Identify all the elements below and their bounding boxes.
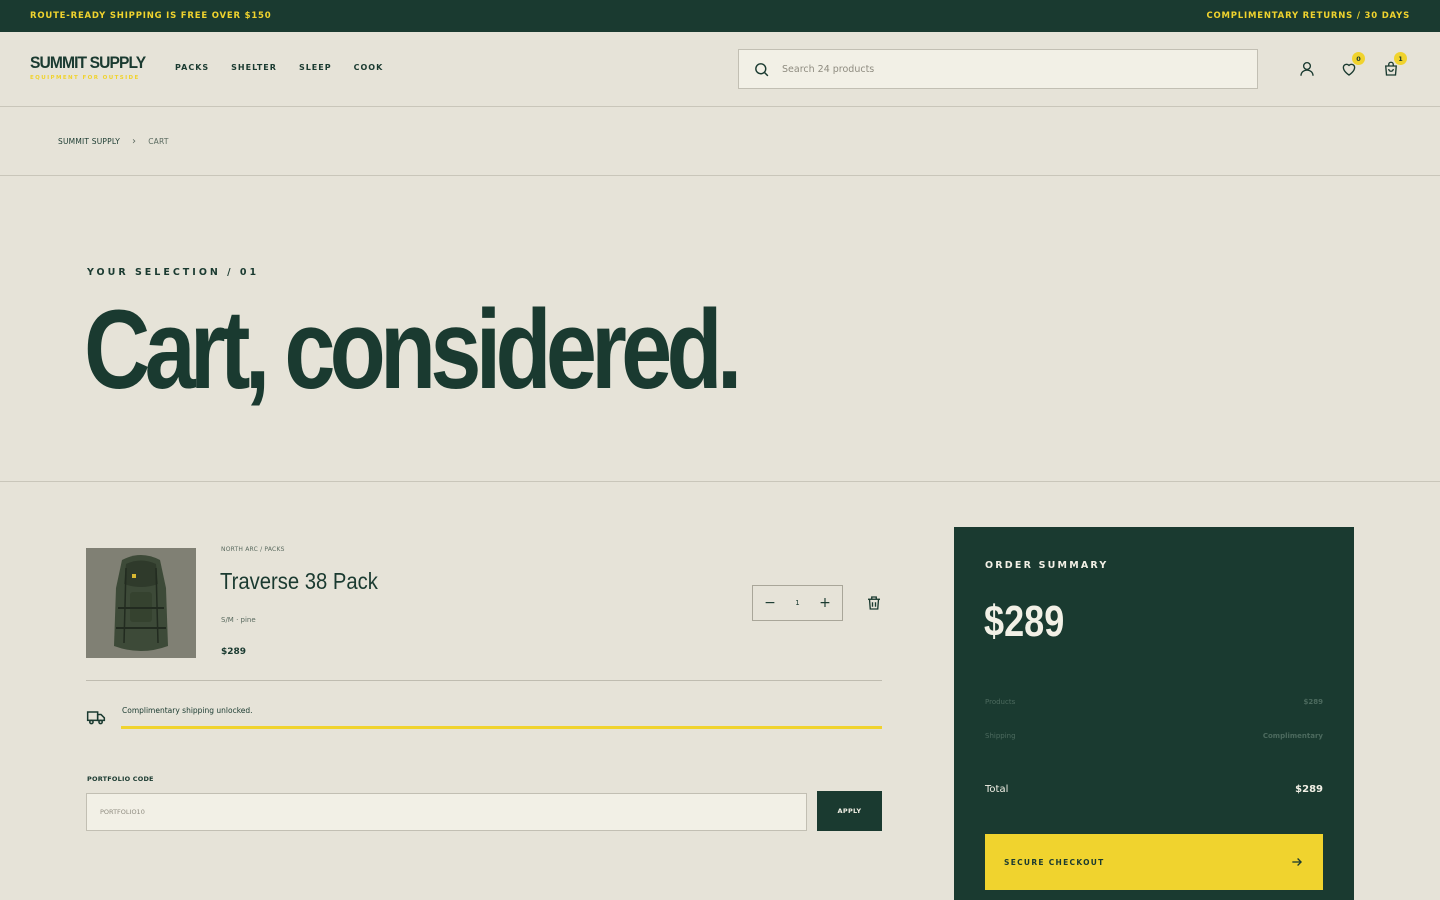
- trash-icon[interactable]: [865, 594, 883, 612]
- shipping-message: Complimentary shipping unlocked.: [122, 706, 253, 715]
- breadcrumb-current: CART: [148, 136, 169, 146]
- hero-eyebrow: YOUR SELECTION / 01: [87, 267, 260, 278]
- main-nav: PACKS SHELTER SLEEP COOK: [175, 63, 383, 72]
- chevron-right-icon: ›: [132, 135, 137, 147]
- brand-name: SUMMIT SUPPLY: [30, 53, 146, 72]
- cart-button[interactable]: 1: [1377, 52, 1407, 83]
- decrease-quantity-button[interactable]: −: [763, 596, 777, 610]
- user-icon: [1300, 61, 1314, 76]
- cart-count-badge: 1: [1394, 52, 1407, 65]
- summary-total-value: $289: [1295, 784, 1323, 795]
- increase-quantity-button[interactable]: +: [818, 596, 832, 610]
- shipping-progress-fill: [121, 726, 882, 729]
- product-brand-category: NORTH ARC / PACKS: [221, 546, 285, 553]
- summary-total-row: Total $289: [985, 784, 1323, 795]
- search-bar: [738, 49, 1258, 89]
- nav-item-packs[interactable]: PACKS: [175, 63, 209, 72]
- secure-checkout-button[interactable]: SECURE CHECKOUT: [985, 834, 1323, 890]
- nav-item-shelter[interactable]: SHELTER: [231, 63, 277, 72]
- announcement-shipping: ROUTE-READY SHIPPING IS FREE OVER $150: [30, 11, 272, 21]
- order-summary-panel: ORDER SUMMARY $289 Products $289 Shippin…: [954, 527, 1354, 900]
- brand-logo[interactable]: SUMMIT SUPPLY EQUIPMENT FOR OUTSIDE: [30, 53, 155, 81]
- summary-products-row: Products $289: [985, 698, 1323, 706]
- page-title: Cart, considered.: [84, 287, 742, 412]
- product-name[interactable]: Traverse 38 Pack: [220, 568, 378, 595]
- quantity-stepper: − 1 +: [752, 585, 843, 621]
- product-image[interactable]: [86, 548, 196, 658]
- summary-shipping-value: Complimentary: [1262, 732, 1323, 740]
- announcement-bar: ROUTE-READY SHIPPING IS FREE OVER $150 C…: [0, 0, 1440, 32]
- search-input[interactable]: [782, 63, 1222, 75]
- nav-item-cook[interactable]: COOK: [354, 63, 384, 72]
- promo-code-input[interactable]: [86, 793, 807, 831]
- wishlist-button[interactable]: 0: [1335, 52, 1365, 83]
- apply-promo-button[interactable]: APPLY: [817, 791, 882, 831]
- breadcrumb: SUMMIT SUPPLY › CART: [0, 107, 1440, 176]
- summary-products-value: $289: [1303, 698, 1323, 706]
- breadcrumb-home[interactable]: SUMMIT SUPPLY: [58, 137, 120, 146]
- account-button[interactable]: [1293, 55, 1321, 83]
- promo-code-label: PORTFOLIO CODE: [87, 775, 154, 783]
- arrow-right-icon: [1292, 858, 1302, 866]
- truck-icon: [86, 711, 106, 725]
- nav-item-sleep[interactable]: SLEEP: [299, 63, 332, 72]
- summary-shipping-label: Shipping: [985, 732, 1016, 740]
- checkout-label: SECURE CHECKOUT: [1004, 857, 1105, 867]
- order-summary-amount: $289: [984, 597, 1065, 646]
- hero-section: YOUR SELECTION / 01 Cart, considered.: [0, 176, 1440, 482]
- quantity-value: 1: [795, 599, 800, 607]
- brand-tagline: EQUIPMENT FOR OUTSIDE: [30, 75, 140, 81]
- announcement-returns: COMPLIMENTARY RETURNS / 30 DAYS: [1206, 11, 1410, 21]
- wishlist-count-badge: 0: [1352, 52, 1365, 65]
- shipping-progress-bar: [121, 726, 882, 729]
- order-summary-title: ORDER SUMMARY: [985, 560, 1109, 571]
- summary-total-label: Total: [985, 784, 1009, 795]
- product-price: $289: [221, 647, 247, 657]
- summary-shipping-row: Shipping Complimentary: [985, 732, 1323, 740]
- site-header: SUMMIT SUPPLY EQUIPMENT FOR OUTSIDE PACK…: [0, 32, 1440, 107]
- summary-products-label: Products: [985, 698, 1016, 706]
- product-variant: S/M · pine: [221, 616, 256, 624]
- item-divider: [86, 680, 882, 681]
- search-icon: [755, 62, 769, 76]
